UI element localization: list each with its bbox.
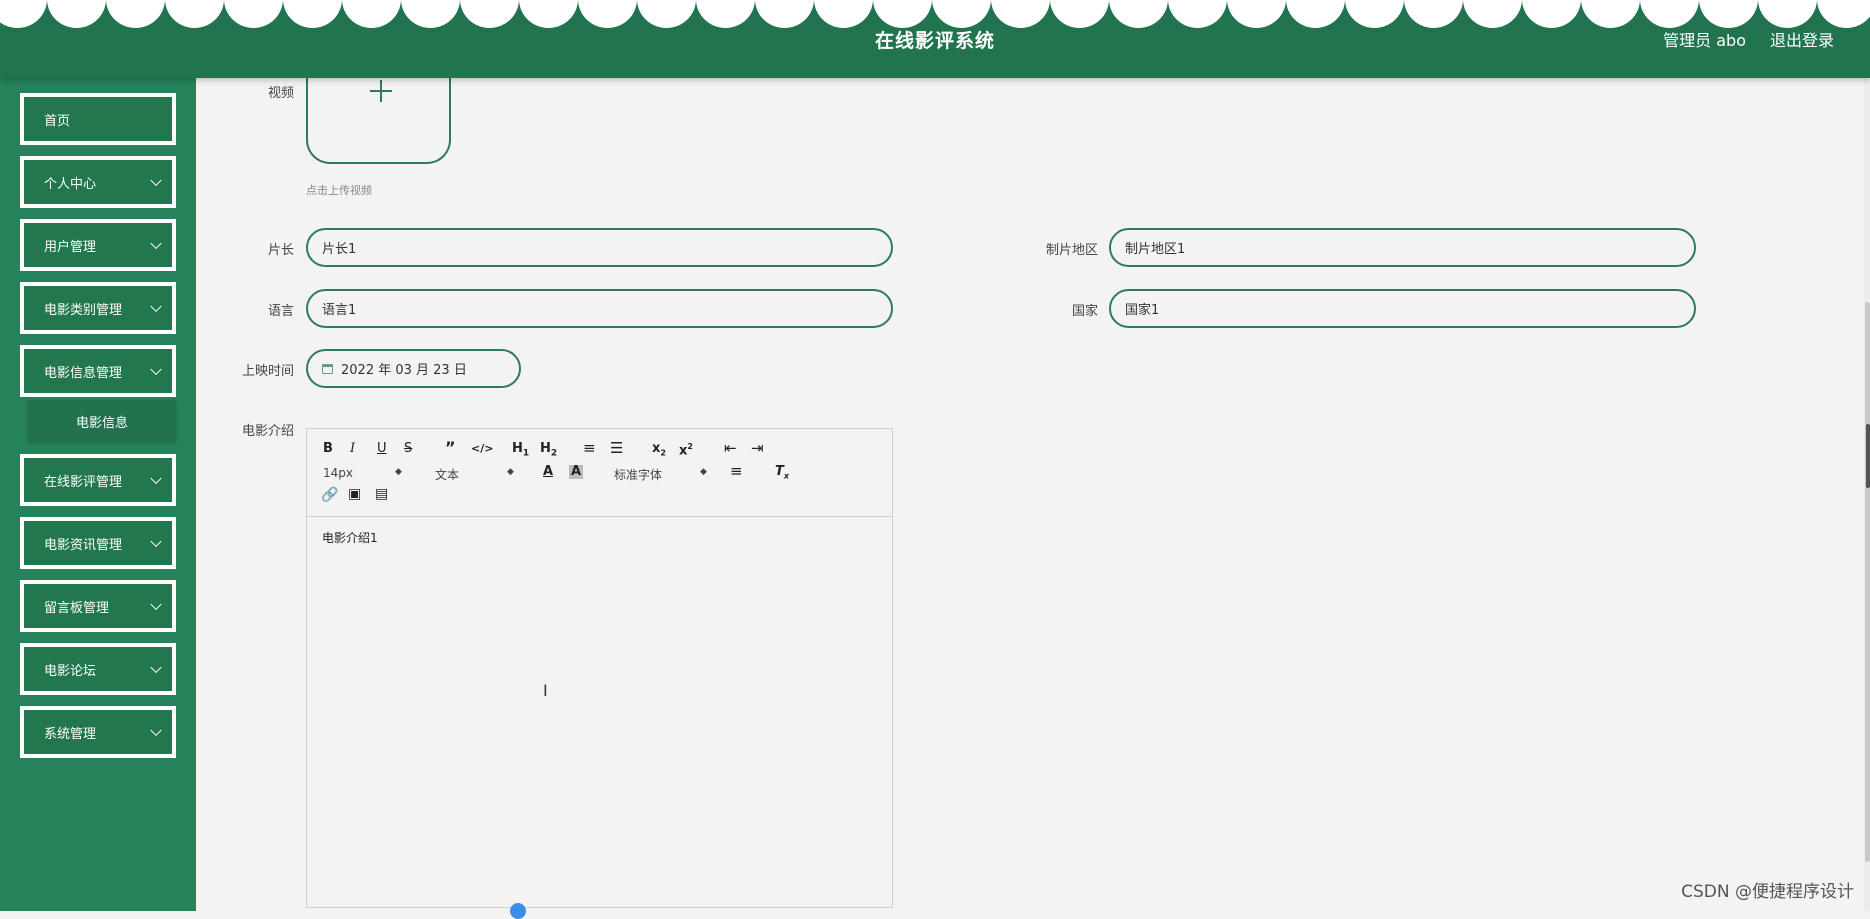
font-family-select[interactable]: 标准字体 ◆ — [614, 466, 710, 483]
rich-text-editor: B I U S ” </> H1 H2 ≡ ☰ x2 x2 ⇤ ⇥ 14px ◆… — [306, 428, 893, 908]
director-label: 片长 — [267, 243, 294, 258]
chevron-down-icon — [150, 363, 162, 376]
font-size-select[interactable]: 14px ◆ — [323, 466, 403, 480]
chevron-down-icon — [150, 472, 162, 485]
sidebar-item-label: 电影论坛 — [44, 663, 97, 679]
chevron-down-icon — [150, 237, 162, 250]
select-arrows-icon: ◆ — [395, 467, 402, 477]
release-date-label: 上映时间 — [241, 364, 294, 379]
header-scallop-decoration — [0, 0, 1870, 28]
sidebar: 首页 个人中心 用户管理 电影类别管理 电影信息管理 电影信息 在线影评管理 电… — [0, 78, 196, 911]
text-type-value: 文本 — [435, 468, 460, 482]
upload-tip: 点击上传视频 — [306, 184, 372, 197]
sidebar-item-home[interactable]: 首页 — [20, 93, 176, 145]
link-icon[interactable]: 🔗 — [321, 488, 338, 502]
chevron-down-icon — [150, 661, 162, 674]
blockquote-icon[interactable]: ” — [445, 440, 456, 456]
select-arrows-icon: ◆ — [507, 467, 514, 477]
logout-button[interactable]: 退出登录 — [1770, 27, 1834, 51]
clear-format-icon[interactable]: Tx — [775, 465, 789, 484]
video-icon[interactable]: ▤ — [375, 487, 388, 501]
underline-icon[interactable]: U — [377, 442, 387, 456]
language-label: 语言 — [267, 304, 294, 319]
chevron-down-icon — [150, 598, 162, 611]
sidebar-item-movie-forum[interactable]: 电影论坛 — [20, 643, 176, 695]
font-family-value: 标准字体 — [614, 468, 663, 482]
resize-handle[interactable] — [510, 903, 526, 919]
font-color-icon[interactable]: A — [543, 465, 553, 479]
align-icon[interactable]: ≡ — [730, 464, 743, 479]
sidebar-item-user-management[interactable]: 用户管理 — [20, 219, 176, 271]
heading2-icon[interactable]: H2 — [540, 442, 557, 461]
scrollbar-thumb[interactable] — [1865, 302, 1870, 862]
background-color-icon[interactable]: A — [569, 465, 584, 479]
country-label: 国家 — [1071, 304, 1098, 319]
scrollbar-indicator — [1866, 424, 1870, 488]
sidebar-item-label: 首页 — [44, 113, 71, 129]
region-label: 制片地区 — [1045, 243, 1098, 258]
top-header: 在线影评系统 管理员 abo 退出登录 — [0, 0, 1870, 78]
sidebar-item-label: 留言板管理 — [44, 600, 110, 616]
subscript-icon[interactable]: x2 — [652, 442, 666, 461]
video-upload-button[interactable] — [306, 64, 451, 164]
sidebar-subitem-label: 电影信息 — [75, 415, 128, 431]
watermark: CSDN @便捷程序设计 — [1681, 882, 1854, 902]
release-date-picker[interactable]: 2022 年 03 月 23 日 — [306, 349, 521, 388]
release-date-value: 2022 年 03 月 23 日 — [341, 363, 467, 378]
sidebar-subitem-movie-info[interactable]: 电影信息 — [28, 400, 176, 442]
indent-icon[interactable]: ⇥ — [751, 441, 764, 456]
outdent-icon[interactable]: ⇤ — [724, 441, 737, 456]
sidebar-item-label: 电影资讯管理 — [44, 537, 123, 553]
superscript-icon[interactable]: x2 — [679, 440, 693, 458]
strikethrough-icon[interactable]: S — [404, 442, 412, 456]
sidebar-item-label: 系统管理 — [44, 726, 97, 742]
chevron-down-icon — [150, 535, 162, 548]
sidebar-item-label: 电影信息管理 — [44, 365, 123, 381]
sidebar-item-movie-category[interactable]: 电影类别管理 — [20, 282, 176, 334]
language-field[interactable]: 语言1 — [306, 289, 893, 328]
italic-icon[interactable]: I — [350, 442, 355, 456]
site-title: 在线影评系统 — [874, 30, 995, 52]
font-size-value: 14px — [323, 466, 353, 480]
editor-toolbar: B I U S ” </> H1 H2 ≡ ☰ x2 x2 ⇤ ⇥ 14px ◆… — [307, 429, 892, 517]
sidebar-item-online-review[interactable]: 在线影评管理 — [20, 454, 176, 506]
sidebar-item-movie-info-management[interactable]: 电影信息管理 — [20, 345, 176, 397]
image-icon[interactable]: ▣ — [348, 487, 361, 501]
sidebar-item-label: 用户管理 — [44, 239, 97, 255]
text-type-select[interactable]: 文本 ◆ — [435, 466, 515, 483]
region-field[interactable]: 制片地区1 — [1109, 228, 1696, 267]
country-field[interactable]: 国家1 — [1109, 289, 1696, 328]
chevron-down-icon — [150, 300, 162, 313]
admin-user-label[interactable]: 管理员 abo — [1663, 27, 1746, 51]
bullet-list-icon[interactable]: ☰ — [610, 441, 623, 456]
sidebar-item-label: 电影类别管理 — [44, 302, 123, 318]
chevron-down-icon — [150, 174, 162, 187]
code-block-icon[interactable]: </> — [471, 442, 493, 456]
sidebar-item-label: 个人中心 — [44, 176, 97, 192]
chevron-down-icon — [150, 724, 162, 737]
intro-label: 电影介绍 — [241, 424, 294, 439]
director-field[interactable]: 片长1 — [306, 228, 893, 267]
sidebar-item-label: 在线影评管理 — [44, 474, 123, 490]
heading1-icon[interactable]: H1 — [512, 442, 529, 461]
sidebar-item-message-board[interactable]: 留言板管理 — [20, 580, 176, 632]
select-arrows-icon: ◆ — [700, 467, 707, 477]
calendar-icon — [322, 363, 333, 374]
sidebar-item-movie-news[interactable]: 电影资讯管理 — [20, 517, 176, 569]
sidebar-item-system-management[interactable]: 系统管理 — [20, 706, 176, 758]
editor-content[interactable]: 电影介绍1 — [322, 529, 378, 546]
bold-icon[interactable]: B — [323, 442, 333, 456]
video-label: 视频 — [267, 86, 294, 101]
sidebar-item-personal-center[interactable]: 个人中心 — [20, 156, 176, 208]
text-cursor-icon: I — [543, 681, 548, 700]
ordered-list-icon[interactable]: ≡ — [583, 441, 596, 456]
